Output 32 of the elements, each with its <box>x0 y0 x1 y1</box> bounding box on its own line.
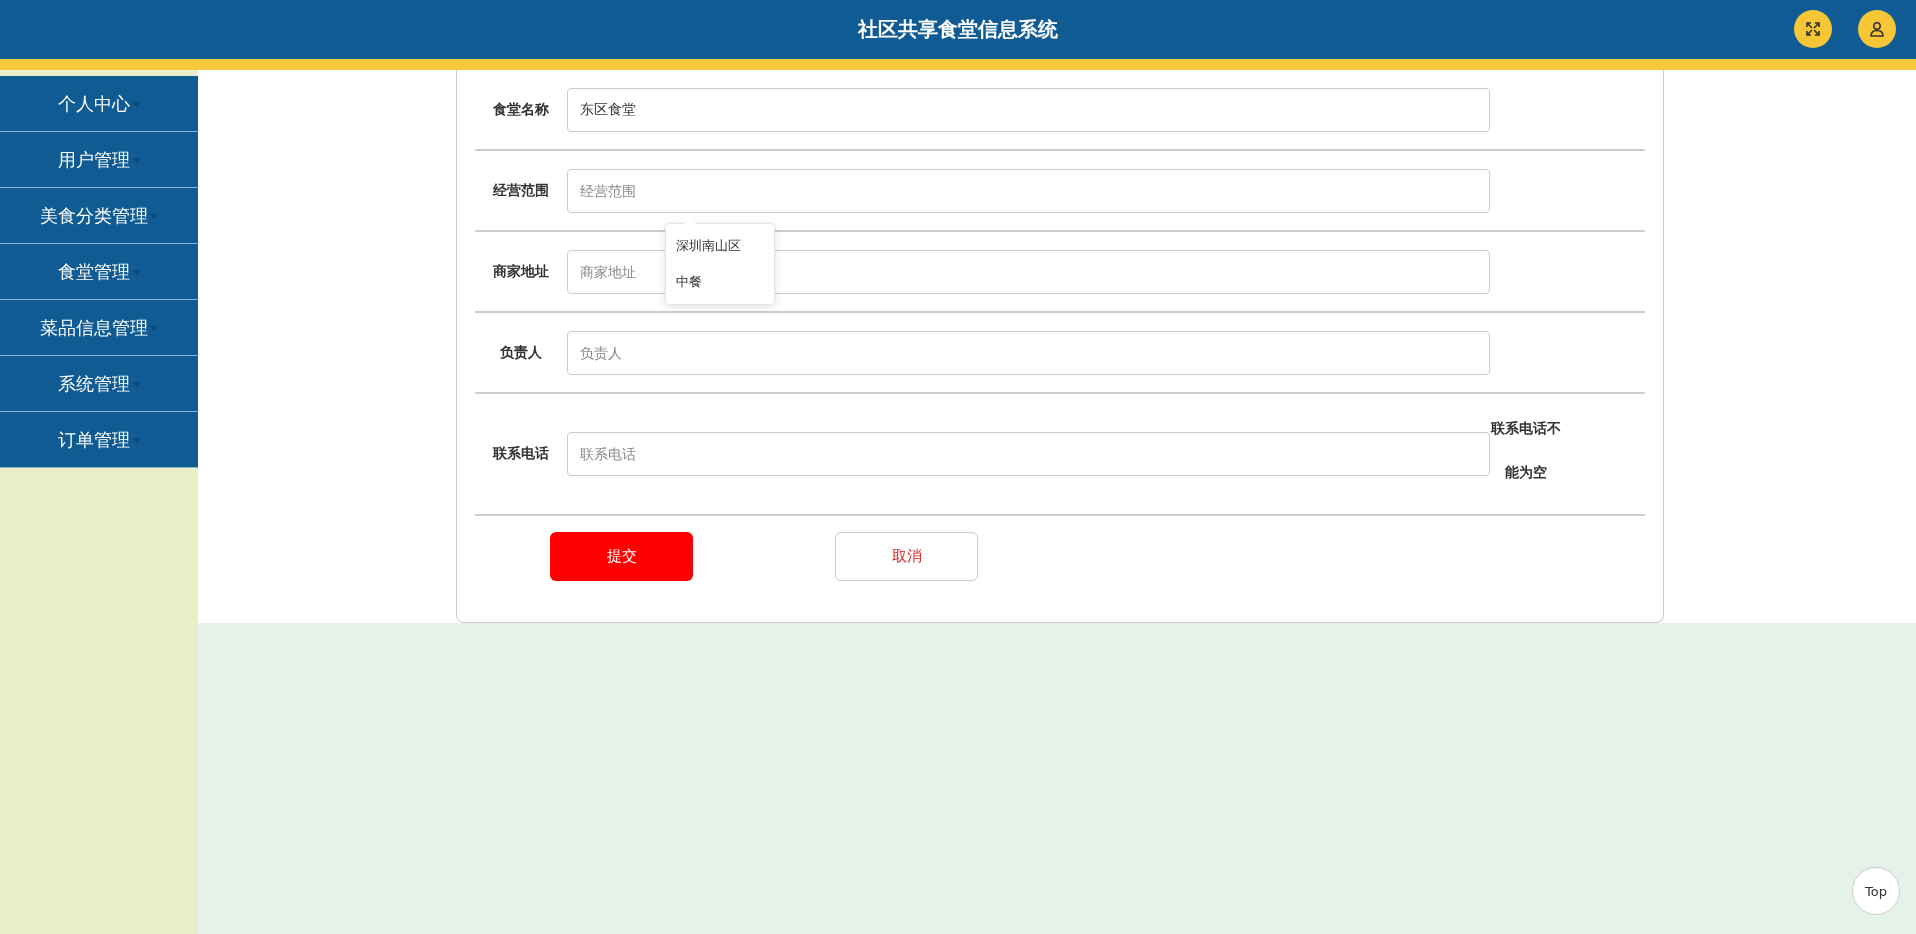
cancel-button[interactable]: 取消 <box>835 531 978 581</box>
user-icon <box>1869 21 1885 37</box>
menu-item[interactable]: 订单管理 <box>0 412 198 468</box>
app-title: 社区共享食堂信息系统 <box>858 16 1058 43</box>
caret-icon <box>131 269 141 275</box>
caret-icon <box>131 101 141 107</box>
menu-item[interactable]: 用户管理 <box>0 132 198 188</box>
text-field[interactable]: 联系电话 <box>567 432 1490 476</box>
error-message: 联系电话不能为空 <box>1490 419 1562 482</box>
menu-item[interactable]: 美食分类管理 <box>0 188 198 244</box>
text-field[interactable]: 东区食堂 <box>567 87 1490 132</box>
field-label: 负责人 <box>499 343 543 362</box>
field-label: 商家地址 <box>492 262 550 281</box>
field-label: 联系电话 <box>491 445 550 463</box>
caret-icon <box>131 437 141 443</box>
text-field[interactable]: 负责人 <box>567 330 1490 375</box>
menu-item[interactable]: 个人中心 <box>0 76 198 132</box>
menu-item[interactable]: 食堂管理 <box>0 244 198 300</box>
fullscreen-button[interactable] <box>1794 10 1832 48</box>
caret-icon <box>149 213 159 219</box>
field-label: 食堂名称 <box>492 100 550 119</box>
menu-item[interactable]: 菜品信息管理 <box>0 300 198 356</box>
menu-item[interactable]: 系统管理 <box>0 356 198 412</box>
expand-icon <box>1805 21 1821 37</box>
field-label: 经营范围 <box>492 181 550 200</box>
text-field[interactable]: 经营范围 <box>567 168 1490 213</box>
submit-button[interactable]: 提交 <box>550 531 693 581</box>
caret-icon <box>131 157 141 163</box>
caret-icon <box>131 381 141 387</box>
user-button[interactable] <box>1858 10 1896 48</box>
caret-icon <box>149 325 159 331</box>
back-to-top-button[interactable]: Top <box>1852 867 1900 915</box>
